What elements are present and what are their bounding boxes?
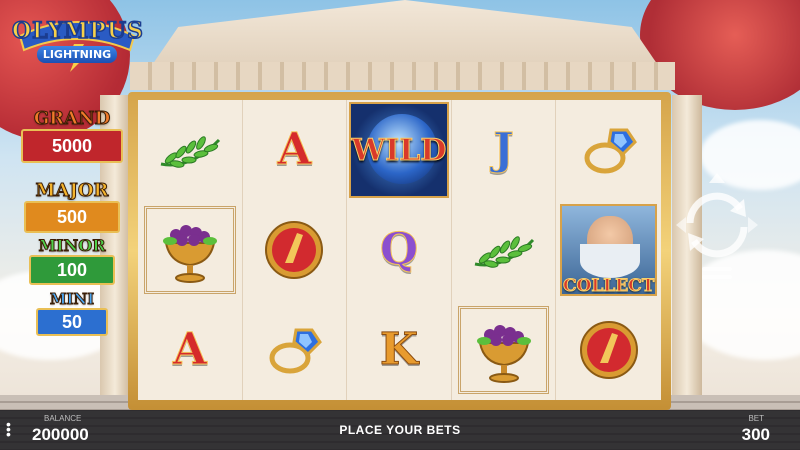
reel-cell: J	[452, 100, 557, 200]
jackpot-label: MAJOR	[35, 180, 109, 202]
shield-icon	[579, 321, 638, 379]
balance-label: BALANCE	[44, 414, 82, 423]
jackpot-minor: MINOR 100	[20, 236, 124, 285]
temple-frieze	[130, 62, 675, 90]
jackpot-mini: MINI 50	[20, 290, 124, 336]
game-logo: OLYMPUS LIGHTNING	[11, 14, 144, 72]
laurel-icon	[474, 236, 534, 268]
zeus-beard-icon	[580, 244, 641, 278]
jackpot-value: 5000	[21, 129, 123, 163]
jackpot-label: MINOR	[38, 236, 106, 256]
letter-q-symbol: Q	[379, 224, 419, 275]
reel-cell	[452, 200, 557, 300]
reel-cell	[243, 300, 348, 400]
jackpot-grand: GRAND 5000	[20, 108, 124, 163]
bet-label: BET	[748, 414, 764, 423]
jackpot-label: GRAND	[33, 108, 111, 130]
spin-arrows-icon[interactable]	[672, 165, 762, 285]
shield-icon	[265, 221, 324, 279]
reel-cell	[138, 100, 243, 200]
reel-grid: A WILD J Q COLLECT A K	[138, 100, 661, 400]
reel-cell: WILD	[347, 100, 452, 200]
logo-title: OLYMPUS	[11, 17, 144, 45]
jackpot-value: 500	[24, 201, 120, 233]
letter-k-symbol: K	[379, 324, 419, 375]
letter-a-symbol: A	[172, 324, 207, 375]
reel-cell	[243, 200, 348, 300]
bet-value[interactable]: 300	[742, 425, 770, 445]
reel-cell: COLLECT	[556, 200, 661, 300]
reel-cell	[452, 300, 557, 400]
goblet-icon	[162, 225, 217, 283]
ring-icon	[584, 128, 637, 174]
wild-symbol: WILD	[351, 132, 447, 168]
reel-cell	[556, 300, 661, 400]
bottom-bar: • • • BALANCE 200000 PLACE YOUR BETS BET 3…	[0, 410, 800, 450]
collect-symbol: COLLECT	[562, 276, 655, 297]
reel-cell	[556, 100, 661, 200]
jackpot-major: MAJOR 500	[20, 180, 124, 233]
goblet-icon	[476, 325, 531, 383]
reel-cell: A	[243, 100, 348, 200]
logo-subtitle: LIGHTNING	[37, 46, 117, 63]
letter-j-symbol: J	[493, 124, 515, 175]
status-message: PLACE YOUR BETS	[339, 423, 461, 437]
spin-button[interactable]	[672, 165, 762, 285]
jackpot-value: 100	[29, 255, 115, 285]
ring-icon	[269, 328, 323, 374]
jackpot-value: 50	[36, 308, 108, 336]
reel-cell: Q	[347, 200, 452, 300]
jackpot-label: MINI	[49, 290, 95, 309]
reel-cell: K	[347, 300, 452, 400]
laurel-icon	[160, 136, 220, 168]
reel-cell: A	[138, 300, 243, 400]
reel-cell	[138, 200, 243, 300]
reel-frame: A WILD J Q COLLECT A K	[128, 92, 671, 410]
letter-a-symbol: A	[277, 124, 312, 175]
